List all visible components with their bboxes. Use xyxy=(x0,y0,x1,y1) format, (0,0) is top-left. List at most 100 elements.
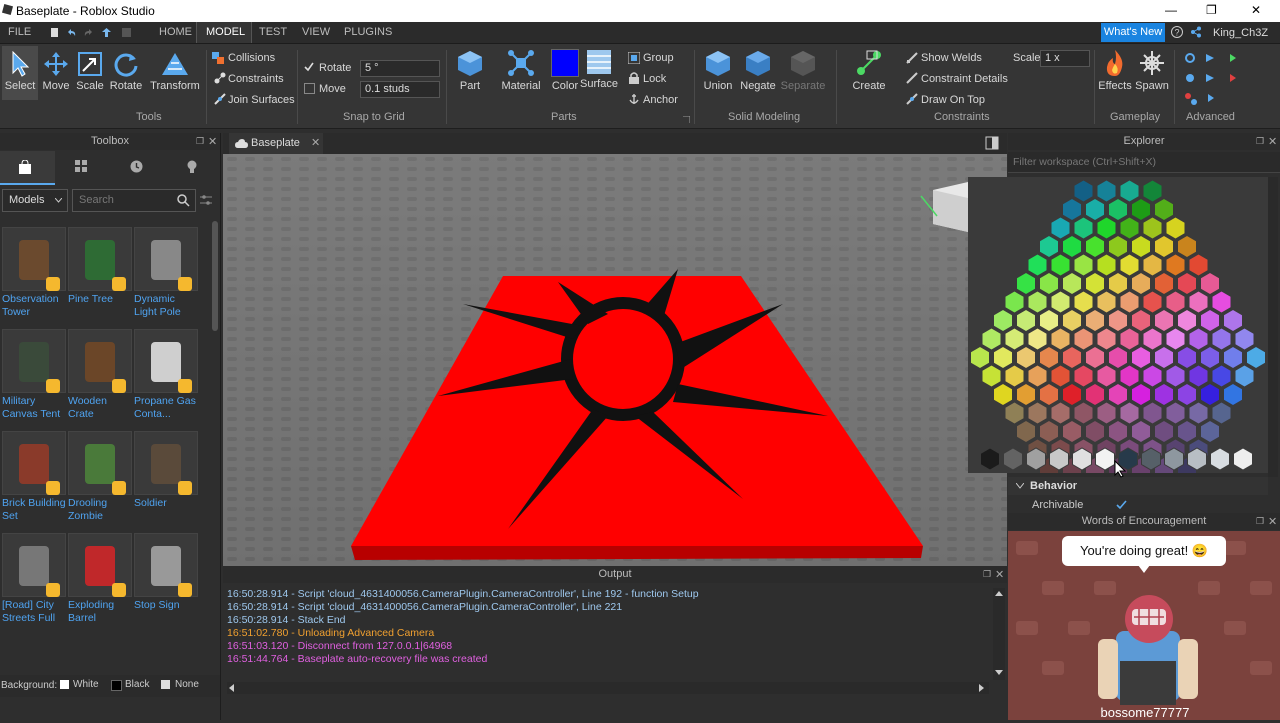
color-hex-cell[interactable] xyxy=(1108,382,1128,407)
color-hex-cell[interactable] xyxy=(1246,345,1266,370)
color-hex-cell[interactable] xyxy=(1062,419,1082,444)
output-close-icon[interactable]: ✕ xyxy=(995,568,1004,581)
tab-close-icon[interactable]: ✕ xyxy=(311,136,320,149)
color-hex-cell[interactable] xyxy=(1016,382,1036,407)
model-name-link[interactable]: Military Canvas Tent xyxy=(2,395,68,421)
color-hex-cell[interactable] xyxy=(1154,271,1174,296)
gray-hex-cell[interactable] xyxy=(1095,447,1115,471)
toolbox-tab-inventory[interactable] xyxy=(55,151,110,183)
publish-icon[interactable] xyxy=(102,28,111,37)
scale-tool-button[interactable]: Scale xyxy=(74,51,106,92)
search-icon[interactable] xyxy=(177,194,190,207)
model-name-link[interactable]: Pine Tree xyxy=(68,293,134,306)
spawn-button[interactable]: Spawn xyxy=(1134,49,1170,92)
color-hex-cell[interactable] xyxy=(1016,419,1036,444)
color-hex-cell[interactable] xyxy=(1108,308,1128,333)
archivable-checkbox[interactable] xyxy=(1116,500,1127,510)
explorer-close-icon[interactable]: ✕ xyxy=(1268,135,1277,148)
color-hex-cell[interactable] xyxy=(1223,308,1243,333)
color-hex-cell[interactable] xyxy=(1085,271,1105,296)
color-hex-cell[interactable] xyxy=(1073,216,1094,240)
transform-tool-button[interactable]: Transform xyxy=(148,51,202,92)
color-hex-cell[interactable] xyxy=(1096,364,1117,388)
color-hex-cell[interactable] xyxy=(1016,345,1036,370)
color-hex-cell[interactable] xyxy=(1131,234,1151,259)
color-hex-cell[interactable] xyxy=(1119,364,1140,388)
color-hex-cell[interactable] xyxy=(1142,216,1163,240)
toolbox-scrollbar[interactable] xyxy=(212,221,218,331)
color-hex-cell[interactable] xyxy=(1062,234,1082,259)
scene-canvas[interactable] xyxy=(223,154,1007,566)
output-scrollbar[interactable] xyxy=(993,588,1005,680)
create-button[interactable]: Create xyxy=(848,49,890,92)
part-button[interactable]: Part xyxy=(452,49,488,92)
color-hex-cell[interactable] xyxy=(1177,234,1197,259)
color-hex-cell[interactable] xyxy=(1177,419,1197,444)
color-hex-cell[interactable] xyxy=(1050,401,1071,425)
group-button[interactable]: Group xyxy=(643,52,674,64)
hex-color-grid[interactable] xyxy=(968,177,1268,481)
color-hex-cell[interactable] xyxy=(1200,419,1220,444)
tab-test[interactable]: TEST xyxy=(259,26,287,38)
color-hex-cell[interactable] xyxy=(1027,290,1048,314)
color-hex-cell[interactable] xyxy=(1200,271,1220,296)
color-hex-cell[interactable] xyxy=(1154,197,1174,222)
color-hex-cell[interactable] xyxy=(1142,253,1163,277)
model-name-link[interactable]: Exploding Barrel xyxy=(68,599,134,625)
color-hex-cell[interactable] xyxy=(1096,327,1117,351)
lock-button[interactable]: Lock xyxy=(643,73,666,85)
color-hex-cell[interactable] xyxy=(1211,290,1232,314)
toolbox-tab-creations[interactable] xyxy=(165,151,220,183)
model-name-link[interactable]: Brick Building Set xyxy=(2,497,68,523)
color-hex-cell[interactable] xyxy=(1234,327,1255,351)
encouragement-close-icon[interactable]: ✕ xyxy=(1268,515,1277,528)
color-hex-cell[interactable] xyxy=(1027,327,1048,351)
draw-on-top-button[interactable]: Draw On Top xyxy=(921,94,985,106)
negate-button[interactable]: Negate xyxy=(738,49,778,92)
color-hex-cell[interactable] xyxy=(1154,234,1174,259)
color-hex-cell[interactable] xyxy=(1142,327,1163,351)
color-hex-cell[interactable] xyxy=(1119,179,1140,203)
filter-settings-icon[interactable] xyxy=(200,194,212,206)
collisions-button[interactable]: Collisions xyxy=(228,52,275,64)
color-hex-cell[interactable] xyxy=(1073,327,1094,351)
color-hex-cell[interactable] xyxy=(1131,345,1151,370)
color-hex-cell[interactable] xyxy=(1004,364,1025,388)
move-checkbox[interactable] xyxy=(304,83,315,94)
separate-button[interactable]: Separate xyxy=(780,49,826,92)
color-hex-cell[interactable] xyxy=(1004,290,1025,314)
color-hex-cell[interactable] xyxy=(1050,327,1071,351)
color-hex-cell[interactable] xyxy=(1177,271,1197,296)
color-hex-cell[interactable] xyxy=(1096,401,1117,425)
rotate-snap-input[interactable]: 5 ° xyxy=(360,60,440,77)
output-dock-icon[interactable]: ❐ xyxy=(983,569,991,580)
expand-corner-icon[interactable] xyxy=(683,116,690,123)
gray-hex-cell[interactable] xyxy=(1026,447,1046,471)
color-hex-cell[interactable] xyxy=(1062,271,1082,296)
color-hex-cell[interactable] xyxy=(981,364,1002,388)
color-hex-cell[interactable] xyxy=(1154,382,1174,407)
rotate-tool-button[interactable]: Rotate xyxy=(108,51,144,92)
tab-baseplate[interactable]: Baseplate ✕ xyxy=(229,133,323,154)
model-name-link[interactable]: Observation Tower xyxy=(2,293,68,319)
model-name-link[interactable]: Dynamic Light Pole xyxy=(134,293,200,319)
gray-hex-cell[interactable] xyxy=(1141,447,1161,471)
color-hex-cell[interactable] xyxy=(1073,364,1094,388)
move-snap-input[interactable]: 0.1 studs xyxy=(360,81,440,98)
move-tool-button[interactable]: Move xyxy=(40,51,72,92)
color-hex-cell[interactable] xyxy=(1073,253,1094,277)
color-hex-cell[interactable] xyxy=(1096,216,1117,240)
gray-hex-cell[interactable] xyxy=(1187,447,1207,471)
scroll-left-icon[interactable] xyxy=(229,684,234,692)
color-hex-cell[interactable] xyxy=(1177,382,1197,407)
color-hex-cell[interactable] xyxy=(1085,197,1105,222)
color-hex-cell[interactable] xyxy=(1200,345,1220,370)
gray-hex-cell[interactable] xyxy=(1210,447,1230,471)
toolbox-close-icon[interactable]: ✕ xyxy=(208,135,217,148)
color-hex-cell[interactable] xyxy=(1188,253,1209,277)
color-hex-cell[interactable] xyxy=(1039,234,1059,259)
color-hex-cell[interactable] xyxy=(1039,382,1059,407)
color-hex-cell[interactable] xyxy=(1165,216,1186,240)
bg-none-swatch[interactable] xyxy=(161,680,170,689)
color-hex-cell[interactable] xyxy=(1131,382,1151,407)
